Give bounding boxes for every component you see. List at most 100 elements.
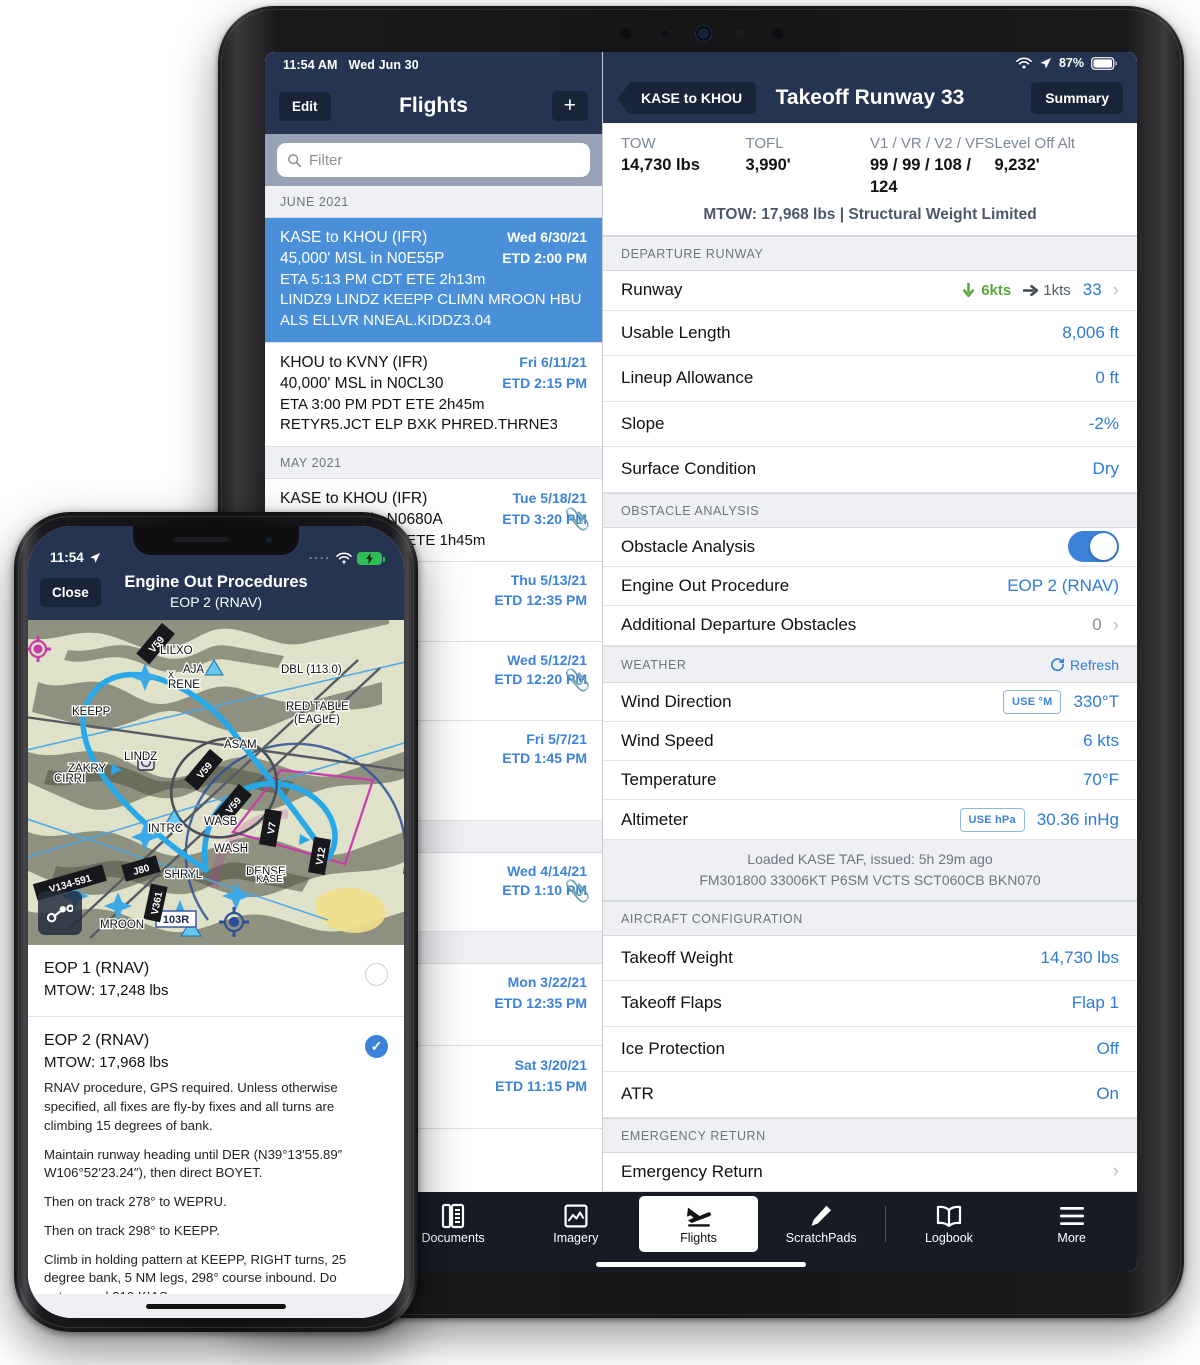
row-label: Wind Speed (621, 730, 714, 750)
row-value: Flap 1 (1071, 993, 1119, 1013)
search-input[interactable]: Filter (277, 143, 590, 177)
refresh-icon (1051, 658, 1065, 672)
book-icon (936, 1203, 962, 1229)
tab-label: Logbook (924, 1231, 973, 1245)
row-takeoff-flaps[interactable]: Takeoff Flaps Flap 1 (603, 981, 1137, 1027)
row-value: 14,730 lbs (1040, 947, 1119, 967)
sectional-chart: 103R V59 V59 V59 V134-591 J80 V361 V12 V… (28, 620, 404, 945)
temperature-value: 70°F (1082, 770, 1119, 790)
flight-etd: ETD 12:35 PM (494, 591, 587, 608)
eop-option[interactable]: EOP 2 (RNAV) MTOW: 17,968 lbs RNAV procedu… (28, 1017, 404, 1294)
tab-imagery[interactable]: Imagery (516, 1196, 635, 1252)
performance-cell: TOFL 3,990' (746, 134, 871, 199)
obstacle-analysis-toggle[interactable] (1068, 531, 1119, 563)
performance-label: V1 / VR / V2 / VFS (870, 134, 995, 152)
close-button[interactable]: Close (40, 578, 101, 607)
attachment-icon: 📎 (564, 508, 591, 532)
filter-bar: Filter (265, 134, 602, 186)
row-slope[interactable]: Slope -2% (603, 402, 1137, 448)
flight-etd: ETD 2:15 PM (502, 375, 587, 392)
row-lineup-allowance[interactable]: Lineup Allowance 0 ft (603, 356, 1137, 402)
section-header-obstacle-analysis: OBSTACLE ANALYSIS (603, 492, 1137, 528)
row-wind-direction[interactable]: Wind Direction USE °M 330°T (603, 683, 1137, 722)
chevron-right-icon: › (1112, 1161, 1119, 1183)
eop-paragraph: Then on track 278° to WEPRU. (44, 1194, 227, 1210)
eop-option-mtow: MTOW: 17,968 lbs (44, 1053, 169, 1071)
row-value: Off (1096, 1038, 1119, 1058)
row-ice-protection[interactable]: Ice Protection Off (603, 1027, 1137, 1073)
row-label: ATR (621, 1084, 654, 1104)
svg-text:SHRYL: SHRYL (164, 869, 203, 881)
search-placeholder: Filter (309, 151, 343, 169)
eop-radio-button[interactable]: ✓ (365, 1034, 388, 1058)
search-icon (288, 153, 302, 167)
flight-date: Wed 4/14/21 (507, 863, 587, 879)
row-label: Runway (621, 280, 683, 300)
section-header-weather: WEATHER Refresh (603, 645, 1137, 683)
svg-text:ASAM: ASAM (224, 739, 257, 751)
tab-scratchpads[interactable]: ScratchPads (762, 1196, 881, 1252)
crosswind-indicator: 1kts (1023, 282, 1071, 299)
row-wind-speed[interactable]: Wind Speed 6 kts (603, 722, 1137, 762)
svg-text:DBL (113.0): DBL (113.0) (281, 664, 342, 676)
status-date: Wed Jun 30 (348, 58, 419, 72)
down-arrow-icon (963, 282, 975, 298)
tab-flights[interactable]: Flights (639, 1196, 758, 1252)
back-to-flight-button[interactable]: KASE to KHOU (616, 82, 757, 117)
eop-chart-map[interactable]: 103R V59 V59 V59 V134-591 J80 V361 V12 V… (28, 620, 404, 945)
row-label: Slope (621, 413, 665, 433)
route-tools-button[interactable] (38, 891, 82, 935)
svg-text:INTRC: INTRC (148, 823, 183, 835)
row-label: Engine Out Procedure (621, 576, 790, 596)
row-surface-condition[interactable]: Surface Condition Dry (603, 447, 1137, 493)
flight-date: Sat 3/20/21 (514, 1056, 587, 1073)
charging-bolt-icon (366, 552, 373, 564)
row-usable-length[interactable]: Usable Length 8,006 ft (603, 311, 1137, 357)
tab-logbook[interactable]: Logbook (890, 1196, 1009, 1252)
add-flight-button[interactable]: + (551, 91, 588, 121)
aircraft-config-rows: Takeoff Weight 14,730 lbs Takeoff Flaps Fla… (603, 936, 1137, 1118)
crosswind-value: 1kts (1043, 281, 1071, 299)
eop-radio-button[interactable] (365, 963, 388, 986)
iphone-screen: 11:54 ···· Close Engine Out Procedures E… (28, 526, 404, 1318)
row-runway[interactable]: Runway 6kts 1kts 33 › (603, 271, 1137, 311)
row-emergency-return[interactable]: Emergency Return › (603, 1153, 1137, 1193)
flight-plan: LINDZ9 LINDZ KEEPP CLIMN MROON HBU ALS E… (280, 291, 582, 330)
row-engine-out-procedure[interactable]: Engine Out Procedure EOP 2 (RNAV) (603, 567, 1137, 607)
row-atr[interactable]: ATR On (603, 1072, 1137, 1118)
eop-option[interactable]: EOP 1 (RNAV) MTOW: 17,248 lbs (28, 945, 404, 1017)
hamburger-icon (1059, 1203, 1084, 1229)
wind-direction-unit-button[interactable]: USE °M (1003, 689, 1062, 714)
status-right: ···· (309, 551, 385, 565)
row-label: Usable Length (621, 322, 731, 342)
eop-description: RNAV procedure, GPS required. Unless oth… (44, 1079, 348, 1294)
altimeter-unit-button[interactable]: USE hPa (959, 807, 1025, 832)
summary-button[interactable]: Summary (1031, 82, 1123, 115)
taf-line-1: Loaded KASE TAF, issued: 5h 29m ago (747, 850, 993, 867)
attachment-icon: 📎 (564, 880, 591, 904)
refresh-weather-button[interactable]: Refresh (1050, 657, 1119, 673)
row-value: Dry (1092, 459, 1119, 479)
row-additional-obstacles[interactable]: Additional Departure Obstacles 0 › (603, 606, 1137, 646)
flight-date: Fri 5/7/21 (526, 731, 587, 747)
camera-dot (617, 25, 633, 41)
headwind-value: 6kts (981, 281, 1012, 299)
eop-procedure-list[interactable]: EOP 1 (RNAV) MTOW: 17,248 lbs EOP 2 (RNAV)… (28, 945, 404, 1294)
battery-percent: 87% (1058, 56, 1084, 71)
row-altimeter[interactable]: Altimeter USE hPa 30.36 inHg (603, 800, 1137, 840)
eop-option-mtow: MTOW: 17,248 lbs (44, 982, 169, 1000)
eop-paragraph: RNAV procedure, GPS required. Unless oth… (44, 1080, 338, 1133)
altimeter-value: 30.36 inHg (1036, 809, 1119, 829)
row-label: Emergency Return (621, 1161, 763, 1181)
tab-more[interactable]: More (1012, 1196, 1131, 1252)
row-obstacle-analysis[interactable]: Obstacle Analysis (603, 528, 1137, 567)
edit-button[interactable]: Edit (279, 91, 331, 121)
flight-row[interactable]: KHOU to KVNY (IFR) Fri 6/11/21 40,000' MSL… (265, 343, 602, 447)
home-indicator (146, 1303, 286, 1309)
svg-text:LINDZ: LINDZ (124, 751, 157, 763)
row-takeoff-weight[interactable]: Takeoff Weight 14,730 lbs (603, 936, 1137, 982)
flight-row[interactable]: KASE to KHOU (IFR) Wed 6/30/21 45,000' MSL… (265, 218, 602, 343)
iphone-device: 11:54 ···· Close Engine Out Procedures E… (14, 512, 418, 1332)
performance-value: 3,990' (745, 155, 791, 174)
row-temperature[interactable]: Temperature 70°F (603, 761, 1137, 801)
